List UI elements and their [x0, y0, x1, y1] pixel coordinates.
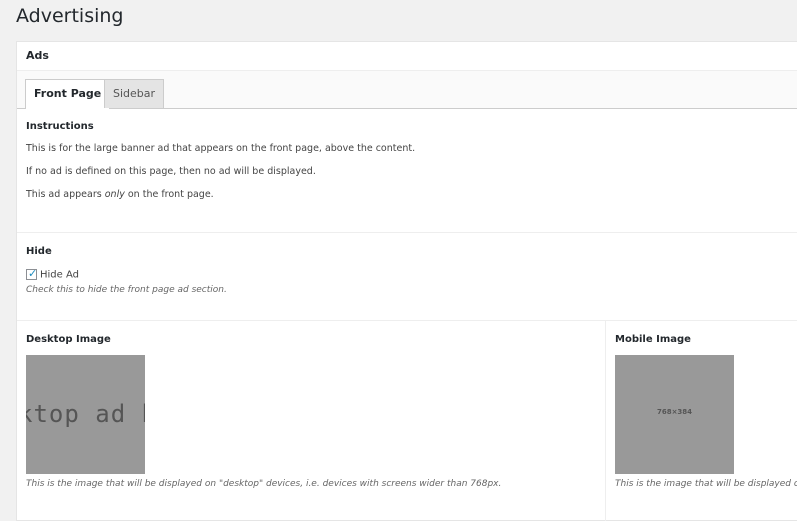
instructions-section: Instructions This is for the large banne…	[17, 121, 797, 200]
instructions-line-2: If no ad is defined on this page, then n…	[26, 166, 316, 177]
tab-sidebar[interactable]: Sidebar	[104, 79, 165, 108]
hide-ad-checkbox[interactable]: ✓	[26, 267, 38, 280]
mobile-image-description: This is the image that will be displayed…	[615, 479, 797, 489]
hide-ad-label: Hide Ad	[40, 269, 79, 281]
mobile-image-preview[interactable]: 768×384	[615, 355, 734, 474]
ads-panel: Ads Front Page Sidebar Instructions This…	[16, 41, 797, 521]
desktop-image-preview[interactable]: ktop ad bar	[26, 355, 145, 474]
desktop-image-text: ktop ad bar	[26, 400, 145, 428]
divider	[17, 320, 797, 321]
mobile-image-label: Mobile Image	[615, 334, 691, 345]
desktop-image-description: This is the image that will be displayed…	[26, 479, 502, 489]
hide-description: Check this to hide the front page ad sec…	[26, 284, 227, 295]
emphasis-only: only	[104, 189, 125, 200]
tab-bar: Front Page Sidebar	[17, 71, 797, 109]
tab-front-page[interactable]: Front Page	[25, 79, 111, 109]
mobile-image-text: 768×384	[656, 408, 693, 416]
instructions-line-3: This ad appears only on the front page.	[26, 189, 214, 200]
hide-section: Hide ✓ Hide Ad Check this to hide the fro…	[17, 246, 797, 295]
hide-ad-row: ✓ Hide Ad	[26, 267, 797, 281]
desktop-image-label: Desktop Image	[26, 334, 111, 345]
divider	[17, 232, 797, 233]
instructions-line-1: This is for the large banner ad that app…	[26, 143, 416, 154]
checkmark-icon: ✓	[28, 267, 38, 280]
column-divider	[605, 321, 606, 521]
hide-label: Hide	[26, 246, 52, 257]
instructions-label: Instructions	[26, 121, 94, 132]
panel-title: Ads	[17, 42, 797, 71]
page-title: Advertising	[16, 5, 124, 27]
